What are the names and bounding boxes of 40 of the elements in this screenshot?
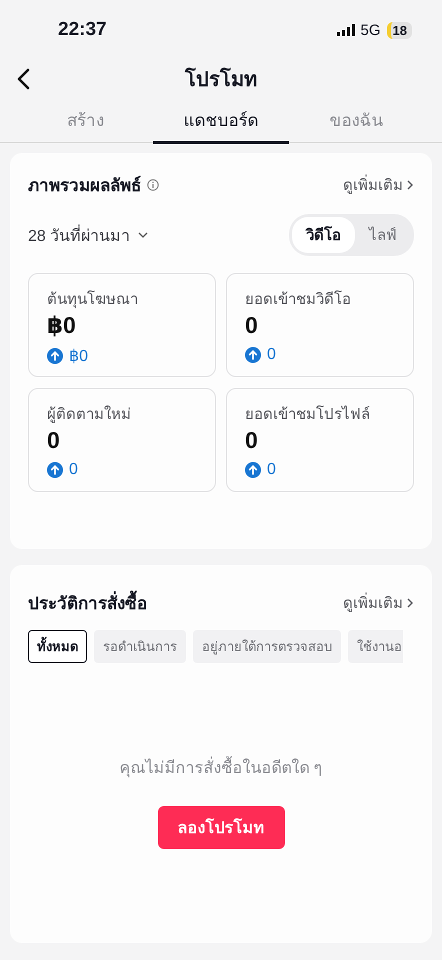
chevron-icon (407, 598, 414, 608)
network-label: 5G (360, 22, 381, 38)
empty-message: คุณไม่มีการสั่งซื้อในอดีตใด ๆ (119, 755, 323, 780)
see-more-link[interactable]: ดูเพิ่มเติม (343, 172, 414, 196)
metric-tile[interactable]: ต้นทุนโฆษณา ฿0 ฿0 (28, 273, 216, 377)
back-icon (16, 68, 32, 90)
section-title: ประวัติการสั่งซื้อ (28, 589, 147, 616)
period-dropdown[interactable]: 28 วันที่ผ่านมา (28, 222, 148, 248)
see-more-link[interactable]: ดูเพิ่มเติม (343, 590, 414, 614)
segment-option[interactable]: วิดีโอ (292, 217, 355, 253)
filter-chip[interactable]: รอดำเนินการ (94, 630, 186, 663)
metric-value: 0 (47, 427, 61, 454)
metric-value: ฿0 (47, 312, 77, 339)
try-promote-button[interactable]: ลองโปรโมท (158, 806, 284, 849)
metric-change: ฿0 (69, 347, 88, 366)
caret-icon (138, 232, 148, 238)
section-title: ภาพรวมผลลัพธ์ (28, 174, 141, 197)
tab[interactable]: แดชบอร์ด (153, 98, 289, 144)
page-title: โปรโมท (185, 66, 257, 93)
filter-chip[interactable]: ทั้งหมด (28, 630, 87, 663)
metric-change: 0 (267, 346, 276, 364)
clock-time: 22:37 (58, 19, 107, 41)
segment-option[interactable]: ไลฟ์ (355, 217, 411, 253)
metric-change: 0 (267, 461, 276, 479)
metric-tile[interactable]: ยอดเข้าชมโปรไฟล์ 0 0 (226, 388, 414, 492)
metric-tile[interactable]: ผู้ติดตามใหม่ 0 0 (28, 388, 216, 492)
info-icon[interactable] (147, 178, 159, 190)
filter-chip[interactable]: ใช้งานอ (348, 630, 403, 663)
metric-tile[interactable]: ยอดเข้าชมวิดีโอ 0 0 (226, 273, 414, 377)
metric-label: ยอดเข้าชมโปรไฟล์ (245, 404, 371, 425)
metric-value: 0 (245, 312, 259, 339)
signal-icon (336, 24, 355, 36)
metric-label: ผู้ติดตามใหม่ (47, 404, 132, 425)
metric-value: 0 (245, 427, 259, 454)
metric-label: ยอดเข้าชมวิดีโอ (245, 289, 352, 310)
battery-level: 18 (386, 22, 412, 38)
filter-chip[interactable]: อยู่ภายใต้การตรวจสอบ (193, 630, 341, 663)
chevron-icon (407, 180, 414, 190)
metric-label: ต้นทุนโฆษณา (47, 289, 139, 310)
metric-change: 0 (69, 461, 78, 479)
